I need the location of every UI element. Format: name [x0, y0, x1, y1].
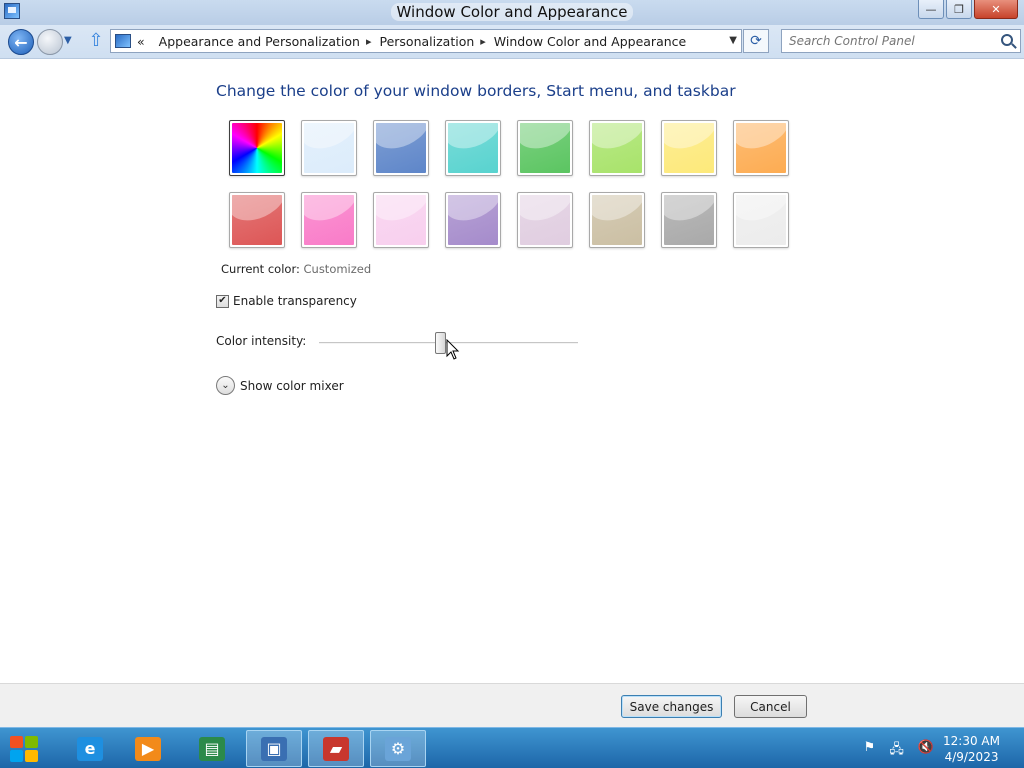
window-title: Window Color and Appearance: [0, 3, 1024, 21]
show-color-mixer[interactable]: ⌄ Show color mixer: [216, 376, 344, 395]
current-color: Current color: Customized: [221, 262, 371, 276]
address-bar: ← ▼ ⇧ « Appearance and Personalization ▸…: [0, 25, 1024, 59]
back-button[interactable]: ←: [8, 29, 34, 55]
close-button[interactable]: ✕: [974, 0, 1018, 19]
color-swatch-custom-rainbow[interactable]: [229, 120, 285, 176]
color-swatch-banana[interactable]: [661, 120, 717, 176]
color-swatch-violet[interactable]: [445, 192, 501, 248]
taskbar: e ▶ ▤ ▣ ▰ ⚙ ⚑ 🖧 🔇 12:30 AM 4/9/2023: [0, 727, 1024, 768]
restore-button[interactable]: ❐: [946, 0, 972, 19]
chevron-right-icon[interactable]: ▸: [480, 35, 486, 48]
swatch-fill: [520, 123, 570, 173]
volume-muted-icon[interactable]: 🔇: [918, 740, 934, 762]
search-box[interactable]: [781, 29, 1021, 53]
swatch-fill: [664, 123, 714, 173]
expand-chevron-icon[interactable]: ⌄: [216, 376, 235, 395]
taskbar-media-player[interactable]: ▶: [120, 730, 176, 767]
windows-logo-icon: [10, 750, 23, 762]
swatch-fill: [520, 195, 570, 245]
swatch-fill: [592, 123, 642, 173]
taskbar-control-panel[interactable]: ⚙: [370, 730, 426, 767]
up-arrow-icon[interactable]: ⇧: [87, 31, 105, 51]
color-swatch-twilight[interactable]: [373, 120, 429, 176]
color-intensity-label: Color intensity:: [216, 334, 307, 348]
clock[interactable]: 12:30 AM 4/9/2023: [943, 733, 1000, 765]
color-swatch-leaf[interactable]: [517, 120, 573, 176]
swatch-fill: [736, 195, 786, 245]
swatch-fill: [448, 123, 498, 173]
search-input[interactable]: [789, 34, 994, 48]
page-title: Change the color of your window borders,…: [216, 82, 736, 100]
start-button[interactable]: [8, 734, 42, 764]
swatch-fill: [736, 123, 786, 173]
current-color-label: Current color:: [221, 262, 300, 276]
breadcrumb-personalization[interactable]: Personalization: [379, 34, 474, 49]
swatch-fill: [448, 195, 498, 245]
color-swatch-blush[interactable]: [373, 192, 429, 248]
show-color-mixer-label[interactable]: Show color mixer: [240, 379, 344, 393]
document-viewer-icon: ▤: [199, 736, 225, 761]
swatch-fill: [592, 195, 642, 245]
swatch-fill: [304, 123, 354, 173]
color-swatch-lime[interactable]: [589, 120, 645, 176]
recent-pages-dropdown-icon[interactable]: ▼: [64, 35, 72, 46]
color-swatch-sky[interactable]: [301, 120, 357, 176]
color-swatch-chocolate[interactable]: [661, 192, 717, 248]
main-content: Change the color of your window borders,…: [0, 60, 1024, 683]
color-swatch-frost[interactable]: [733, 192, 789, 248]
enable-transparency[interactable]: ✔ Enable transparency: [216, 294, 357, 308]
current-color-value: Customized: [303, 262, 372, 276]
system-tray: ⚑ 🖧 🔇: [864, 740, 934, 762]
breadcrumb-appearance-personalization[interactable]: Appearance and Personalization: [159, 34, 360, 49]
taskbar-internet-explorer[interactable]: e: [62, 730, 118, 767]
taskbar-computer[interactable]: ▣: [246, 730, 302, 767]
title-bar: Window Color and Appearance — ❐ ✕: [0, 0, 1024, 25]
taskbar-toolbox[interactable]: ▰: [308, 730, 364, 767]
windows-logo-icon: [25, 750, 38, 762]
search-icon[interactable]: [1001, 34, 1013, 46]
color-intensity-slider-thumb[interactable]: [435, 332, 447, 354]
transparency-checkbox[interactable]: ✔: [216, 294, 229, 308]
minimize-button[interactable]: —: [918, 0, 944, 19]
internet-explorer-icon: e: [77, 736, 103, 761]
swatch-fill: [304, 195, 354, 245]
computer-icon: ▣: [261, 736, 287, 761]
color-swatch-taupe[interactable]: [589, 192, 645, 248]
save-changes-button[interactable]: Save changes: [621, 695, 722, 718]
taskbar-document-viewer[interactable]: ▤: [184, 730, 240, 767]
chevron-right-icon[interactable]: ▸: [366, 35, 372, 48]
cancel-button[interactable]: Cancel: [734, 695, 807, 718]
swatch-fill: [376, 195, 426, 245]
swatch-fill: [664, 195, 714, 245]
chevron-down-icon[interactable]: ▼: [729, 35, 737, 46]
flag-icon[interactable]: ⚑: [864, 740, 876, 762]
color-swatch-lavender[interactable]: [517, 192, 573, 248]
color-swatch-pumpkin[interactable]: [733, 120, 789, 176]
breadcrumb[interactable]: « Appearance and Personalization ▸ Perso…: [110, 29, 742, 53]
color-swatch-fuchsia[interactable]: [301, 192, 357, 248]
control-panel-icon: [115, 34, 131, 48]
color-swatch-sea-foam[interactable]: [445, 120, 501, 176]
swatch-fill: [376, 123, 426, 173]
breadcrumb-window-color[interactable]: Window Color and Appearance: [494, 34, 686, 49]
window-controls: — ❐ ✕: [918, 0, 1018, 19]
media-player-icon: ▶: [135, 736, 161, 761]
network-icon[interactable]: 🖧: [889, 740, 904, 762]
color-swatch-ruby[interactable]: [229, 192, 285, 248]
clock-time: 12:30 AM: [943, 734, 1000, 748]
command-bar: Save changes Cancel: [0, 683, 1024, 727]
color-swatch-grid: [229, 120, 789, 248]
breadcrumb-overflow-icon[interactable]: «: [137, 34, 145, 49]
windows-logo-icon: [10, 736, 23, 748]
refresh-button[interactable]: ⟳: [743, 29, 769, 53]
clock-date: 4/9/2023: [944, 750, 999, 764]
windows-logo-icon: [25, 736, 38, 748]
swatch-fill: [232, 195, 282, 245]
toolbox-icon: ▰: [323, 736, 349, 761]
transparency-label[interactable]: Enable transparency: [233, 294, 357, 308]
control-panel-icon: ⚙: [385, 736, 411, 761]
swatch-fill: [232, 123, 282, 173]
forward-button[interactable]: [37, 29, 63, 55]
